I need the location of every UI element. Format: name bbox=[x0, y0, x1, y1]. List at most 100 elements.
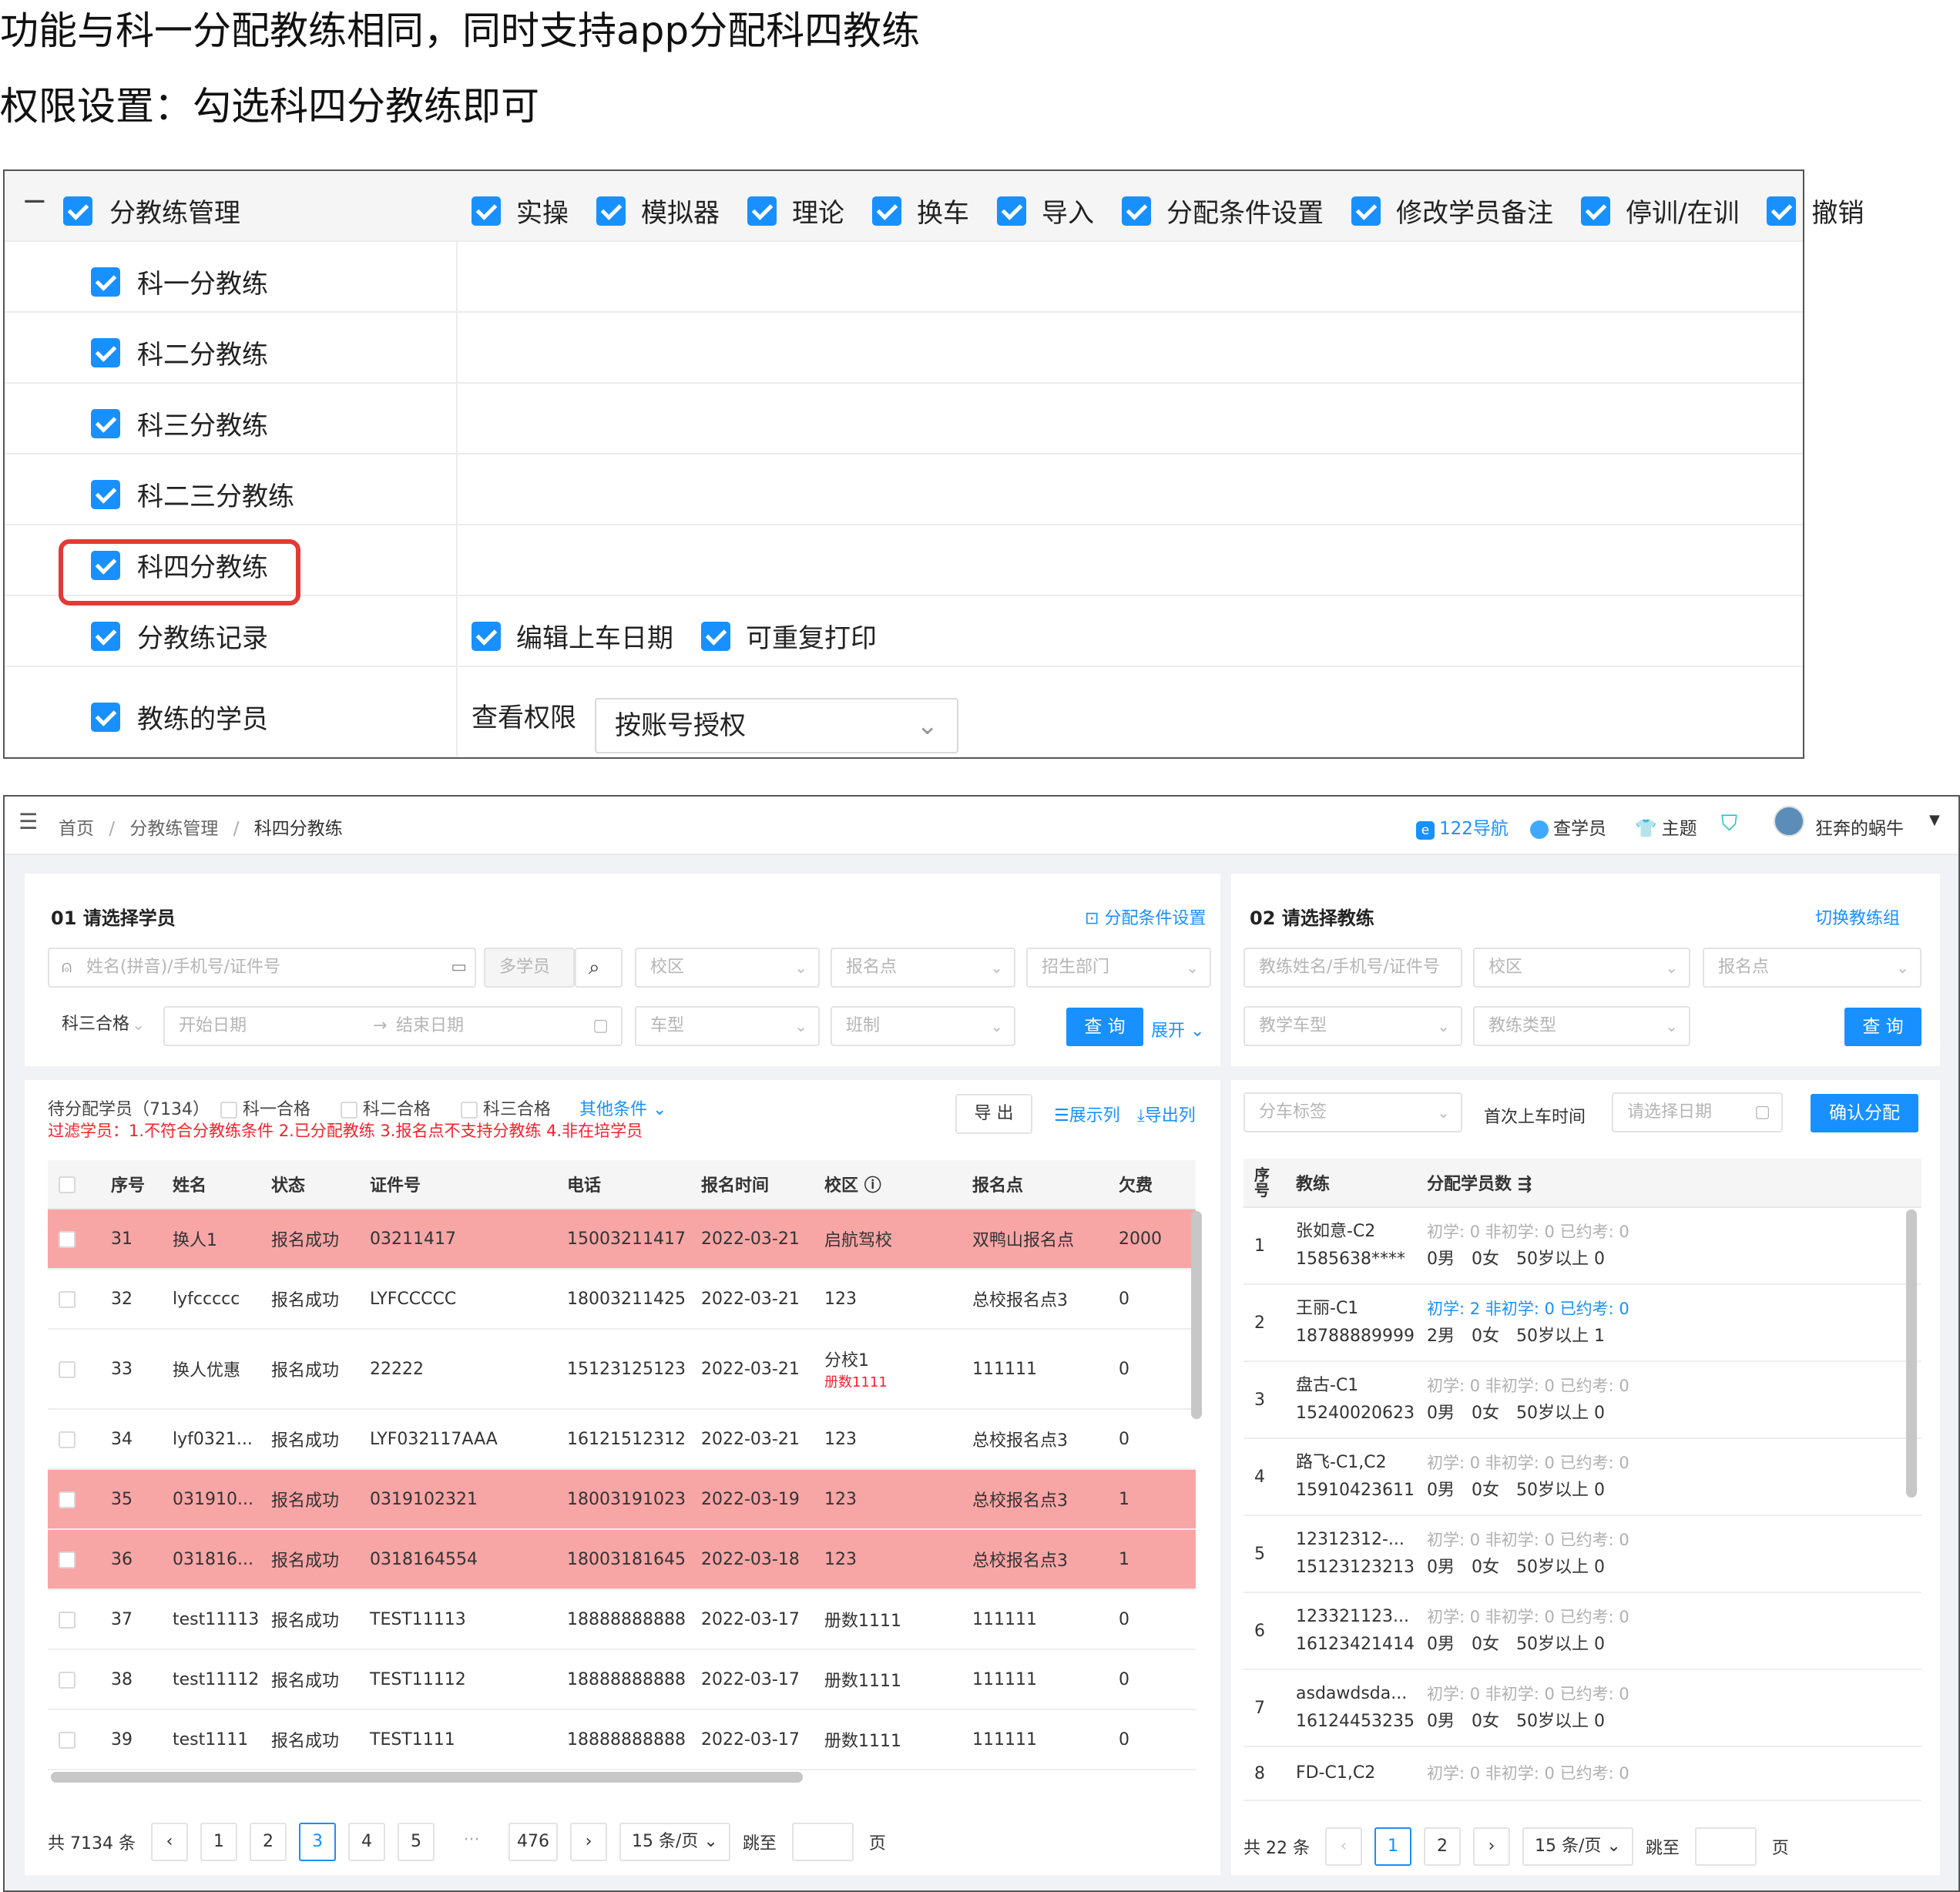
page-button[interactable]: 1 bbox=[200, 1823, 237, 1861]
recruit-dept-select[interactable]: 招生部门 ⌄ bbox=[1026, 948, 1211, 988]
perm-item-coach-students[interactable]: 教练的学员 bbox=[91, 698, 268, 736]
table-row[interactable]: 5 12312312-... 15123123213 初学: 0 非初学: 0 已约考… bbox=[1243, 1515, 1921, 1593]
perm-item-records[interactable]: 分教练记录 bbox=[91, 617, 268, 655]
table-row[interactable]: 6 123321123... 16123421414 初学: 0 非初学: 0 已约考… bbox=[1243, 1592, 1921, 1670]
page-button[interactable]: 2 bbox=[1423, 1827, 1461, 1866]
row-checkbox[interactable] bbox=[59, 1491, 76, 1508]
menu-toggle-icon[interactable]: ☰ bbox=[18, 809, 38, 834]
export-columns-link[interactable]: ⤓导出列 bbox=[1137, 1102, 1196, 1126]
class-type-select[interactable]: 班制 ⌄ bbox=[831, 1006, 1015, 1046]
perm-module[interactable]: 分教练管理 bbox=[63, 192, 240, 230]
checkbox-checked-icon[interactable] bbox=[472, 621, 501, 651]
coach-search-input[interactable]: 教练姓名/手机号/证件号 bbox=[1243, 948, 1462, 988]
teach-car-select[interactable]: 教学车型 ⌄ bbox=[1243, 1006, 1462, 1046]
table-row[interactable]: 37 test11113 报名成功 TEST11113 18888888888 2022-… bbox=[48, 1589, 1196, 1650]
row-checkbox[interactable] bbox=[59, 1230, 76, 1248]
table-row[interactable]: 32 lyfccccc 报名成功 LYFCCCCC 18003211425 2022-03… bbox=[48, 1269, 1196, 1330]
table-row[interactable]: 35 031910... 报名成功 0319102321 18003191023 2022… bbox=[48, 1469, 1196, 1530]
perm-item-subject3[interactable]: 科三分教练 bbox=[91, 404, 268, 442]
first-time-date-input[interactable]: 请选择日期 ▢ bbox=[1612, 1092, 1783, 1132]
car-type-select[interactable]: 车型 ⌄ bbox=[635, 1006, 820, 1046]
user-name[interactable]: 狂奔的蜗牛 bbox=[1815, 813, 1904, 840]
table-row[interactable]: 3 盘古-C1 15240020623 初学: 0 非初学: 0 已约考: 0 0男 0… bbox=[1243, 1361, 1921, 1439]
checkbox-checked-icon[interactable] bbox=[91, 337, 120, 367]
condition-settings-link[interactable]: ⊡ 分配条件设置 bbox=[1085, 904, 1206, 929]
next-page-button[interactable]: › bbox=[569, 1823, 607, 1861]
page-button[interactable]: 5 bbox=[397, 1823, 435, 1861]
nav-search-student[interactable]: 查学员 bbox=[1530, 813, 1606, 840]
coach-query-button[interactable]: 查 询 bbox=[1844, 1008, 1921, 1046]
action-edit-remark[interactable]: 修改学员备注 bbox=[1351, 192, 1553, 230]
action-simulator[interactable]: 模拟器 bbox=[596, 192, 720, 230]
prev-page-button[interactable]: ‹ bbox=[150, 1823, 188, 1861]
other-conditions-link[interactable]: 其他条件 ⌄ bbox=[579, 1095, 666, 1120]
table-row[interactable]: 33 换人优惠 报名成功 22222 15123125123 2022-03-21 分校1 册… bbox=[48, 1329, 1196, 1410]
row-checkbox[interactable] bbox=[59, 1611, 76, 1629]
action-edit-date[interactable]: 编辑上车日期 bbox=[472, 617, 673, 655]
action-reprint[interactable]: 可重复打印 bbox=[701, 617, 877, 655]
table-row[interactable]: 4 路飞-C1,C2 15910423611 初学: 0 非初学: 0 已约考: 00… bbox=[1243, 1438, 1921, 1516]
campus-select[interactable]: 校区 ⌄ bbox=[635, 948, 820, 988]
car-tag-select[interactable]: 分车标签 ⌄ bbox=[1243, 1092, 1462, 1132]
checkbox-checked-icon[interactable] bbox=[91, 267, 120, 297]
action-revoke[interactable]: 撤销 bbox=[1767, 192, 1864, 230]
checkbox-checked-icon[interactable] bbox=[1122, 196, 1151, 226]
nav-122[interactable]: e 122导航 bbox=[1416, 813, 1509, 840]
action-condition-settings[interactable]: 分配条件设置 bbox=[1122, 192, 1324, 230]
id-card-icon[interactable]: ▭ bbox=[451, 949, 467, 986]
table-row[interactable]: 34 lyf0321... 报名成功 LYF032117AAA 16121512312 2… bbox=[48, 1409, 1196, 1470]
search-button[interactable]: ⌕ bbox=[575, 948, 623, 988]
next-page-button[interactable]: › bbox=[1472, 1827, 1510, 1866]
perm-item-subject23[interactable]: 科二三分教练 bbox=[91, 475, 294, 513]
avatar[interactable] bbox=[1774, 806, 1804, 837]
page-button[interactable]: 476 bbox=[508, 1823, 558, 1861]
checkbox-checked-icon[interactable] bbox=[1767, 196, 1797, 226]
page-button[interactable]: 4 bbox=[347, 1823, 385, 1861]
action-practical[interactable]: 实操 bbox=[472, 192, 569, 230]
check-subject3[interactable]: 科三合格 bbox=[461, 1095, 551, 1120]
checkbox-checked-icon[interactable] bbox=[63, 196, 92, 226]
view-permission-select[interactable]: 按账号授权 ⌄ bbox=[595, 698, 958, 753]
page-button[interactable]: 2 bbox=[249, 1823, 287, 1861]
collapse-icon[interactable]: − bbox=[22, 183, 48, 219]
row-checkbox[interactable] bbox=[59, 1731, 76, 1749]
date-range-input[interactable]: 开始日期 → 结束日期 ▢ bbox=[163, 1006, 623, 1046]
switch-group-link[interactable]: 切换教练组 bbox=[1815, 904, 1900, 929]
page-size-select[interactable]: 15 条/页 ⌄ bbox=[619, 1823, 730, 1861]
action-theory[interactable]: 理论 bbox=[747, 192, 844, 230]
table-row[interactable]: 38 test11112 报名成功 TEST11112 18888888888 2022-… bbox=[48, 1649, 1196, 1710]
checkbox-checked-icon[interactable] bbox=[91, 408, 120, 438]
checkbox-checked-icon[interactable] bbox=[701, 621, 730, 651]
jump-input[interactable] bbox=[1694, 1827, 1757, 1866]
checkbox-checked-icon[interactable] bbox=[91, 702, 120, 732]
row-checkbox[interactable] bbox=[59, 1551, 76, 1568]
coach-type-select[interactable]: 教练类型 ⌄ bbox=[1473, 1006, 1690, 1046]
table-row[interactable]: 36 031816... 报名成功 0318164554 18003181645 2022… bbox=[48, 1529, 1196, 1590]
row-checkbox[interactable] bbox=[59, 1290, 76, 1308]
row-checkbox[interactable] bbox=[59, 1360, 76, 1378]
show-columns-link[interactable]: ☰展示列 bbox=[1054, 1102, 1120, 1126]
table-row[interactable]: 8 FD-C1,C2 初学: 0 非初学: 0 已约考: 0 bbox=[1243, 1746, 1921, 1801]
action-suspend[interactable]: 停训/在训 bbox=[1581, 192, 1739, 230]
action-import[interactable]: 导入 bbox=[997, 192, 1094, 230]
jump-input[interactable] bbox=[791, 1823, 854, 1861]
checkbox-checked-icon[interactable] bbox=[91, 621, 120, 651]
perm-item-subject2[interactable]: 科二分教练 bbox=[91, 334, 268, 371]
check-subject1[interactable]: 科一合格 bbox=[220, 1095, 310, 1120]
expand-link[interactable]: 展开 ⌄ bbox=[1151, 1017, 1204, 1042]
breadcrumb-home[interactable]: 首页 bbox=[59, 819, 94, 839]
checkbox-checked-icon[interactable] bbox=[1351, 196, 1381, 226]
pass-select[interactable]: 科三合格 ⌄ bbox=[48, 1006, 156, 1046]
multi-student-button[interactable]: 多学员 bbox=[484, 948, 575, 988]
coach-scrollbar[interactable] bbox=[1906, 1209, 1917, 1498]
prev-page-button[interactable]: ‹ bbox=[1324, 1827, 1362, 1866]
check-subject2[interactable]: 科二合格 bbox=[341, 1095, 431, 1120]
nav-theme[interactable]: 👕 主题 bbox=[1635, 813, 1697, 840]
horizontal-scrollbar[interactable] bbox=[51, 1772, 803, 1783]
table-row[interactable]: 31 换人1 报名成功 03211417 15003211417 2022-03-21 启航… bbox=[48, 1209, 1196, 1270]
checkbox-checked-icon[interactable] bbox=[472, 196, 501, 226]
checkbox-checked-icon[interactable] bbox=[596, 196, 626, 226]
row-checkbox[interactable] bbox=[59, 1431, 76, 1448]
student-search-input[interactable]: ⍝ 姓名(拼音)/手机号/证件号 ▭ bbox=[48, 948, 476, 988]
checkbox-checked-icon[interactable] bbox=[997, 196, 1026, 226]
